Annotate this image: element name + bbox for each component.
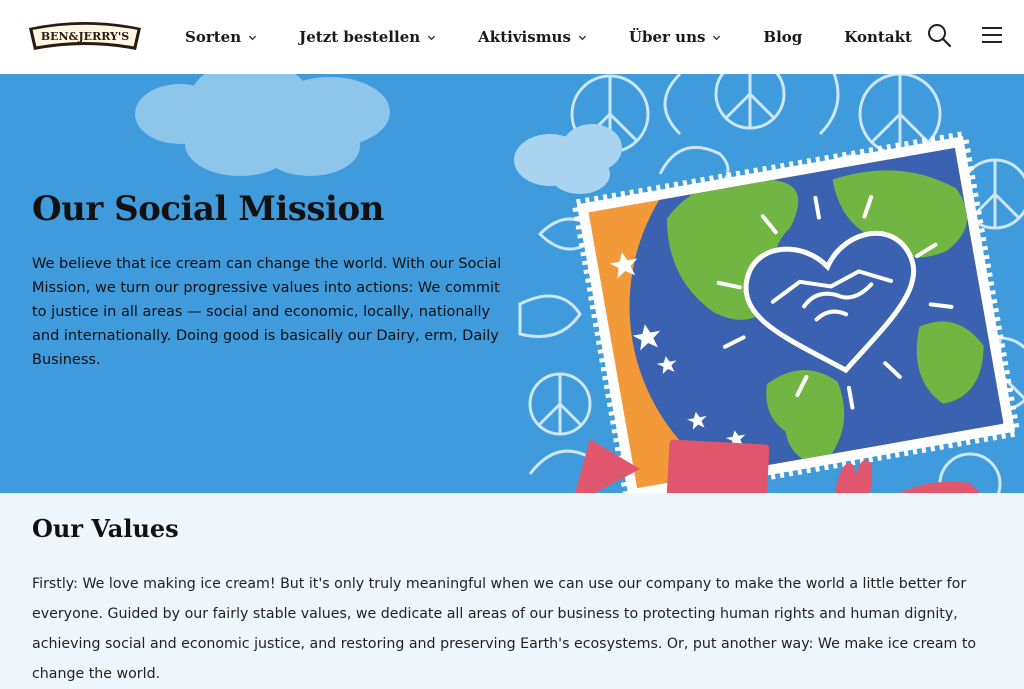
nav-item-label: Jetzt bestellen [299,28,421,46]
nav-item-label: Kontakt [844,28,912,46]
chevron-down-icon [713,35,721,40]
hamburger-menu-icon[interactable] [979,22,1005,48]
nav-item-label: Aktivismus [478,28,571,46]
chevron-down-icon [428,35,436,40]
values-title: Our Values [32,514,179,543]
nav-item-blog[interactable]: Blog [763,28,802,46]
chevron-down-icon [248,35,257,40]
main-nav: Sorten Jetzt bestellen Aktivismus Über u… [185,0,954,74]
nav-item-kontakt[interactable]: Kontakt [844,28,912,46]
hero-title: Our Social Mission [32,189,384,229]
our-values-section: Our Values Firstly: We love making ice c… [0,493,1024,683]
nav-item-label: Blog [763,28,803,46]
ben-and-jerrys-logo[interactable]: BEN&JERRY'S [26,18,144,54]
social-mission-hero: Our Social Mission We believe that ice c… [0,74,1024,493]
nav-item-label: Über uns [628,28,706,46]
nav-item-jetzt-bestellen[interactable]: Jetzt bestellen [299,28,436,46]
nav-item-ueber-uns[interactable]: Über uns [629,28,722,46]
search-icon[interactable] [926,22,952,48]
nav-item-label: Sorten [185,28,242,46]
nav-item-aktivismus[interactable]: Aktivismus [478,28,587,46]
chevron-down-icon [578,35,587,40]
cloud-illustration [135,74,390,176]
globe-handshake-illustration [514,74,1024,493]
hero-description: We believe that ice cream can change the… [32,256,502,368]
nav-item-sorten[interactable]: Sorten [185,28,257,46]
site-header: BEN&JERRY'S Sorten Jetzt bestellen Aktiv… [0,0,1024,74]
values-description: Firstly: We love making ice cream! But i… [32,576,977,682]
logo-text: BEN&JERRY'S [41,30,129,43]
